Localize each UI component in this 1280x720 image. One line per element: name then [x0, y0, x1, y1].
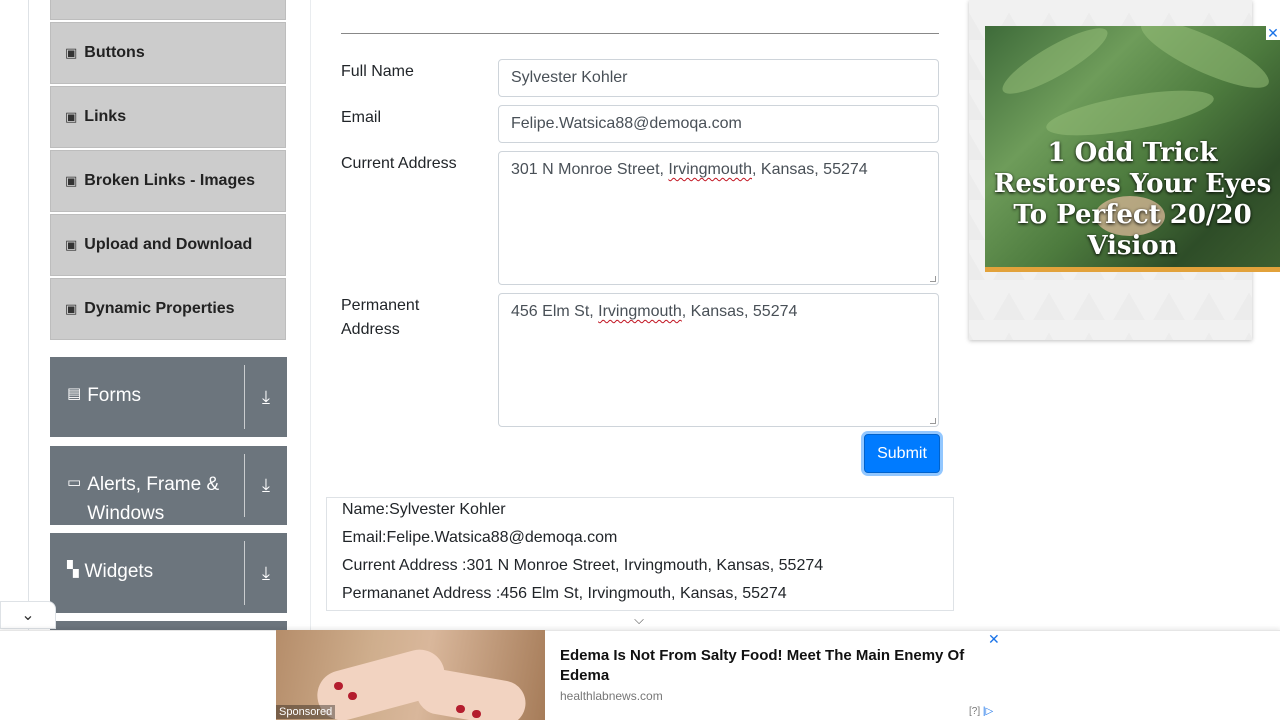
html5-icon: ▣: [65, 237, 78, 252]
output-email: Email:Felipe.Watsica88@demoqa.com: [342, 529, 618, 546]
full-name-value: Sylvester Kohler: [511, 69, 628, 86]
chevron-down-icon[interactable]: ⌵: [628, 612, 650, 627]
sponsored-label: Sponsored: [276, 705, 336, 719]
email-value: Felipe.Watsica88@demoqa.com: [511, 115, 742, 132]
sidebar-item-label: Upload and Download: [84, 236, 253, 253]
group-label: Forms: [87, 385, 142, 406]
group-divider: [244, 454, 245, 517]
submit-button[interactable]: Submit: [864, 434, 940, 473]
collapse-sidebar-button[interactable]: ⌄: [0, 601, 56, 629]
download-icon[interactable]: ⤓: [245, 446, 287, 525]
content-divider: [310, 0, 311, 630]
bottom-ad-domain[interactable]: healthlabnews.com: [560, 689, 663, 703]
ad-info-link[interactable]: [?] |▷: [969, 706, 993, 717]
permanent-address-label: Permanent Address: [341, 297, 420, 338]
download-icon[interactable]: ⤓: [245, 533, 287, 613]
sidebar-item-label: Dynamic Properties: [84, 300, 235, 317]
sidebar-item-dynamic-properties[interactable]: ▣ Dynamic Properties: [50, 278, 286, 340]
html5-icon: ▣: [65, 45, 78, 60]
group-label: Alerts, Frame & Windows: [87, 474, 220, 524]
sidebar-group-forms[interactable]: ▤ Forms ⤓: [50, 357, 287, 437]
html5-icon: ▣: [65, 109, 78, 124]
full-name-label: Full Name: [341, 63, 414, 80]
current-address-value: 301 N Monroe Street, Irvingmouth, Kansas…: [511, 161, 868, 178]
permanent-address-value: 456 Elm St, Irvingmouth, Kansas, 55274: [511, 303, 798, 320]
chevron-down-icon: ⌄: [21, 607, 35, 624]
sidebar-item-links[interactable]: ▣ Links: [50, 86, 286, 148]
sidebar-item-upload-download[interactable]: ▣ Upload and Download: [50, 214, 286, 276]
sidebar-item-buttons[interactable]: ▣ Buttons: [50, 22, 286, 84]
permanent-address-textarea[interactable]: 456 Elm St, Irvingmouth, Kansas, 55274: [498, 293, 939, 427]
output-current-address: Current Address :301 N Monroe Street, Ir…: [342, 557, 824, 574]
resize-handle[interactable]: [930, 418, 936, 424]
group-divider: [244, 365, 245, 429]
email-input[interactable]: Felipe.Watsica88@demoqa.com: [498, 105, 939, 143]
ad-headline[interactable]: 1 Odd Trick Restores Your Eyes To Perfec…: [985, 138, 1280, 262]
group-divider: [244, 541, 245, 605]
sidebar-item-label: Buttons: [84, 44, 145, 61]
output-name: Name:Sylvester Kohler: [342, 501, 506, 518]
current-address-textarea[interactable]: 301 N Monroe Street, Irvingmouth, Kansas…: [498, 151, 939, 285]
bottom-ad-title[interactable]: Edema Is Not From Salty Food! Meet The M…: [560, 646, 1000, 686]
email-label: Email: [341, 109, 382, 126]
current-address-label: Current Address: [341, 155, 457, 172]
output-permanent-address: Permananet Address :456 Elm St, Irvingmo…: [342, 585, 787, 602]
sidebar-item-label: Broken Links - Images: [84, 172, 256, 189]
download-icon[interactable]: ⤓: [245, 357, 287, 437]
close-icon[interactable]: ✕: [1266, 26, 1280, 40]
sidebar-group-alerts[interactable]: ▭ Alerts, Frame & Windows ⤓: [50, 446, 287, 525]
sidebar-item-partial[interactable]: [50, 0, 286, 20]
resize-handle[interactable]: [930, 276, 936, 282]
html5-icon: ▣: [65, 301, 78, 316]
close-icon[interactable]: ✕: [988, 631, 1000, 648]
group-label: Widgets: [84, 561, 154, 582]
adchoices-icon[interactable]: |▷: [983, 706, 993, 717]
sidebar-group-widgets[interactable]: ▚ Widgets ⤓: [50, 533, 287, 613]
html5-icon: ▣: [65, 173, 78, 188]
sidebar-rail: [28, 0, 29, 630]
sidebar-item-broken-links[interactable]: ▣ Broken Links - Images: [50, 150, 286, 212]
form-divider: [341, 33, 939, 34]
window-icon: ▭: [67, 474, 82, 491]
list-icon: ▤: [67, 385, 82, 402]
full-name-input[interactable]: Sylvester Kohler: [498, 59, 939, 97]
widgets-icon: ▚: [67, 561, 79, 578]
sidebar-item-label: Links: [84, 108, 127, 125]
